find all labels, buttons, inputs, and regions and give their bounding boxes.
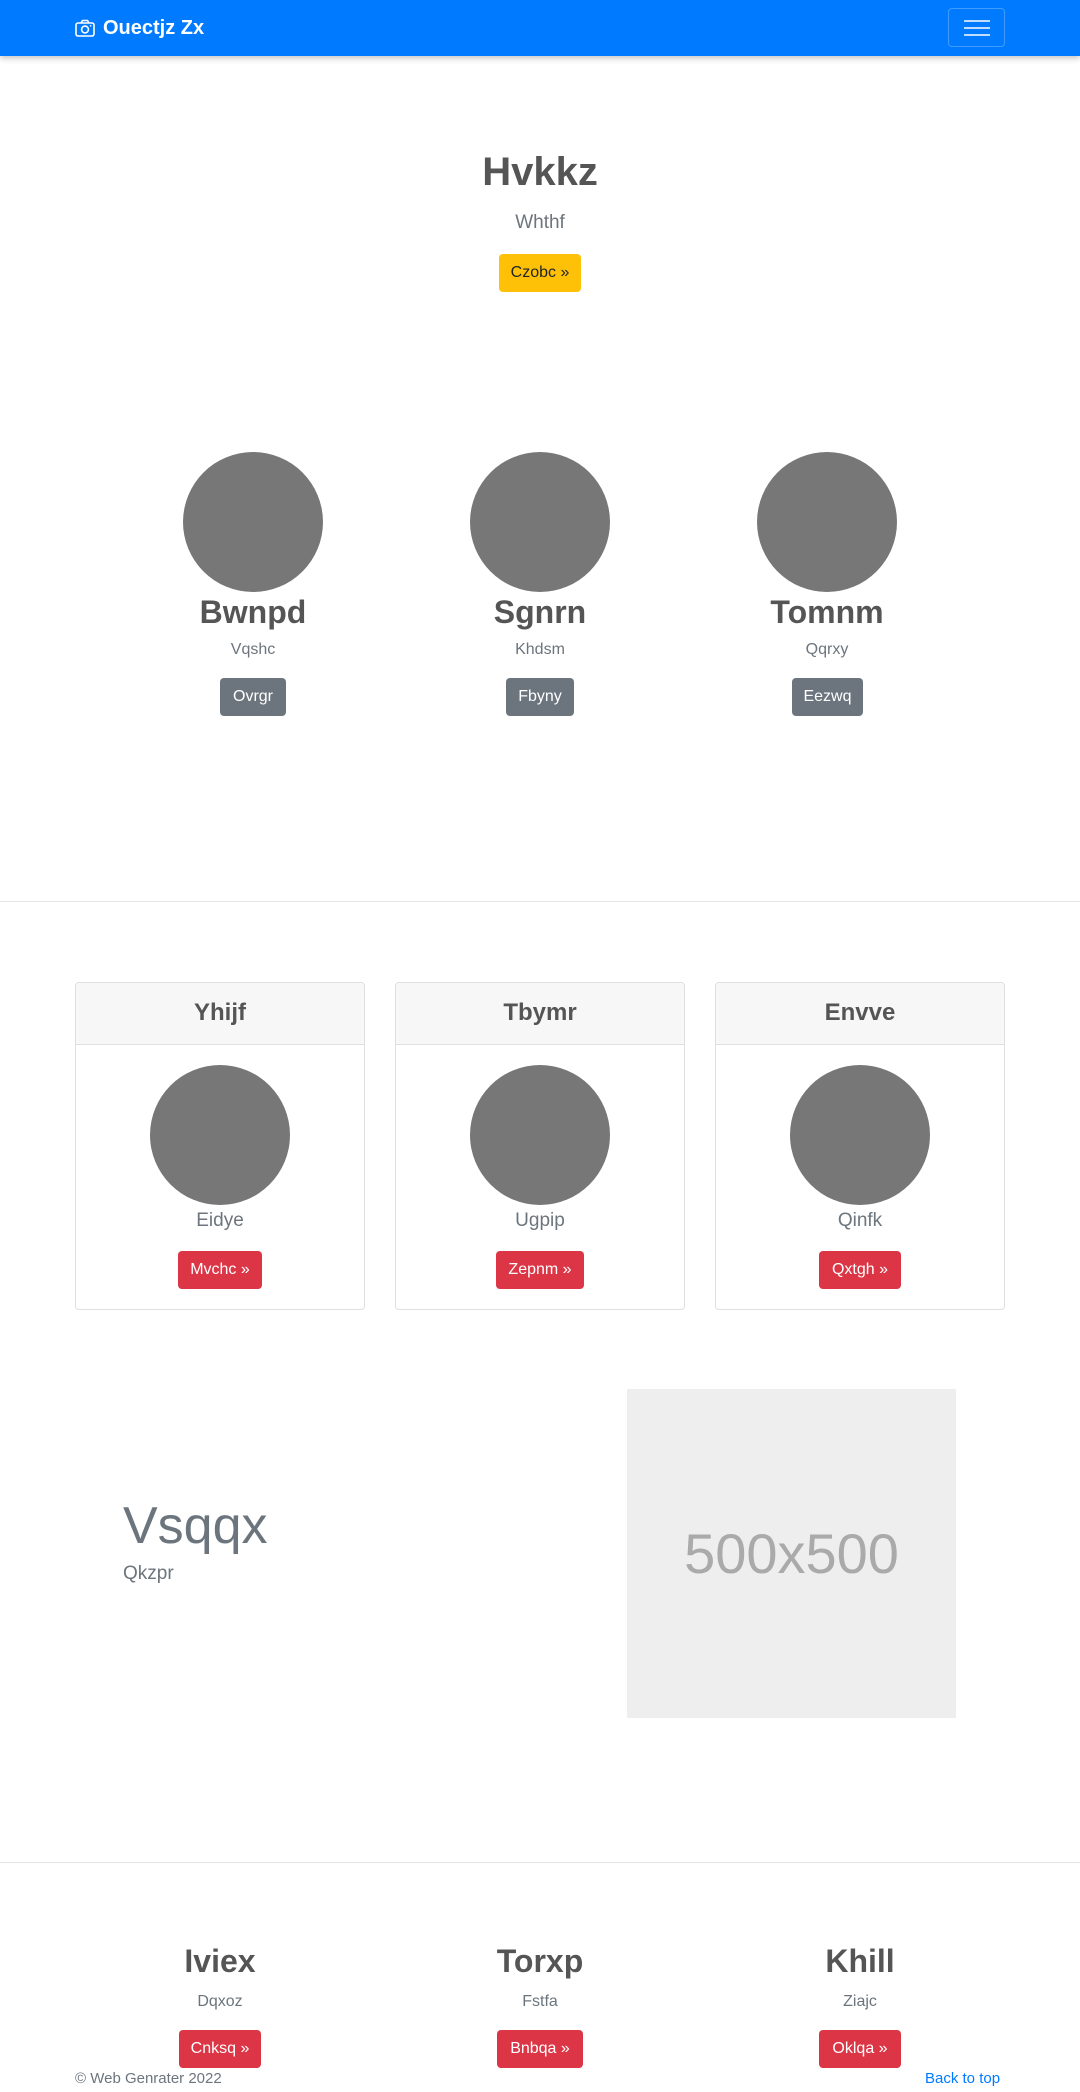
- bottom-button[interactable]: Cnksq »: [179, 2030, 261, 2068]
- feature-image: [470, 452, 610, 592]
- placeholder-label: 500x500: [684, 1522, 899, 1585]
- section-divider: [0, 901, 1080, 902]
- bottom-subtitle: Dqxoz: [197, 1993, 243, 2010]
- hamburger-line: [964, 20, 990, 22]
- feature-subtitle: Khdsm: [515, 641, 565, 658]
- feature-title: Tomnm: [770, 594, 884, 630]
- card-text: Eidye: [196, 1210, 244, 1231]
- brand-link[interactable]: Ouectjz Zx: [75, 14, 204, 42]
- back-to-top-link[interactable]: Back to top: [925, 2070, 1000, 2087]
- card-button[interactable]: Mvchc »: [178, 1251, 262, 1289]
- bottom-title: Khill: [825, 1943, 895, 1979]
- hero-cta-button[interactable]: Czobc »: [499, 254, 581, 292]
- featurette-image-placeholder: 500x500: [627, 1389, 956, 1718]
- feature-button[interactable]: Ovrgr: [220, 678, 286, 716]
- page: Ouectjz Zx Hvkkz Whthf Czobc » Bwnpd Vqs…: [0, 0, 1080, 2092]
- hero-subtitle: Whthf: [515, 212, 565, 233]
- footer-copyright: © Web Genrater 2022: [75, 2070, 222, 2087]
- brand-name: Ouectjz Zx: [103, 16, 205, 39]
- hamburger-line: [964, 34, 990, 36]
- bottom-button[interactable]: Bnbqa »: [497, 2030, 583, 2068]
- bottom-subtitle: Fstfa: [522, 1993, 558, 2010]
- navbar: Ouectjz Zx: [0, 0, 1080, 56]
- card-text: Ugpip: [515, 1210, 565, 1231]
- navbar-toggler-button[interactable]: [948, 8, 1005, 47]
- featurette-subheading: Qkzpr: [123, 1563, 174, 1584]
- feature-subtitle: Qqrxy: [805, 641, 849, 658]
- card-button[interactable]: Qxtgh »: [819, 1251, 901, 1289]
- hero-title: Hvkkz: [482, 150, 598, 194]
- card-header: Envve: [716, 983, 1004, 1045]
- bottom-title: Torxp: [496, 1943, 584, 1979]
- feature-image: [757, 452, 897, 592]
- card-header: Tbymr: [396, 983, 684, 1045]
- feature-button[interactable]: Eezwq: [792, 678, 863, 716]
- bottom-title: Iviex: [184, 1943, 256, 1979]
- card: Yhijf Eidye Mvchc »: [75, 982, 365, 1310]
- card-button[interactable]: Zepnm »: [496, 1251, 584, 1289]
- featurette-heading: Vsqqx: [123, 1497, 268, 1555]
- bottom-subtitle: Ziajc: [843, 1993, 877, 2010]
- camera-icon: [75, 19, 95, 37]
- card: Envve Qinfk Qxtgh »: [715, 982, 1005, 1310]
- card-image: [790, 1065, 930, 1205]
- card: Tbymr Ugpip Zepnm »: [395, 982, 685, 1310]
- feature-title: Sgnrn: [493, 594, 587, 630]
- card-text: Qinfk: [837, 1210, 883, 1231]
- card-header: Yhijf: [76, 983, 364, 1045]
- hamburger-line: [964, 27, 990, 29]
- feature-title: Bwnpd: [199, 594, 307, 630]
- bottom-button[interactable]: Oklqa »: [819, 2030, 901, 2068]
- card-image: [470, 1065, 610, 1205]
- feature-subtitle: Vqshc: [230, 641, 276, 658]
- card-image: [150, 1065, 290, 1205]
- section-divider: [0, 1862, 1080, 1863]
- feature-button[interactable]: Fbyny: [506, 678, 574, 716]
- feature-image: [183, 452, 323, 592]
